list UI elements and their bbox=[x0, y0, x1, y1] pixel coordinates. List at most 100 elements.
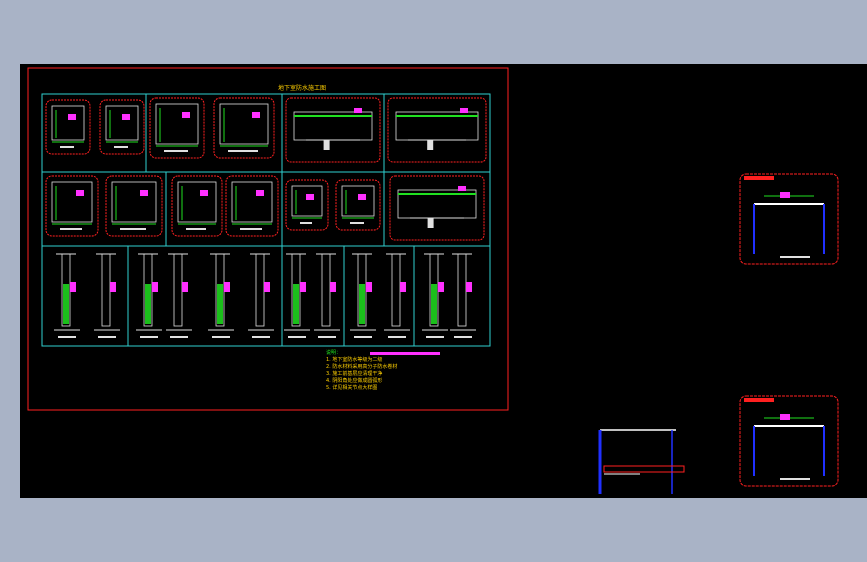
side-title-bar bbox=[744, 176, 774, 180]
footing bbox=[427, 218, 434, 228]
detail-box bbox=[149, 97, 205, 159]
side-label-line bbox=[780, 478, 810, 480]
detail-marker bbox=[264, 282, 270, 292]
wall-section bbox=[219, 103, 269, 145]
detail-marker bbox=[122, 114, 130, 120]
detail-marker bbox=[466, 282, 472, 292]
side-title-bar bbox=[744, 398, 774, 402]
cad-drawing: 地下室防水施工图 说明：1. 地下室防水等级为二级2. 防水材料采用高分子防水卷… bbox=[27, 67, 839, 494]
detail-box bbox=[99, 99, 145, 155]
wall-column bbox=[255, 253, 265, 327]
sheet-title: 地下室防水施工图 bbox=[278, 84, 326, 92]
detail-marker bbox=[460, 108, 468, 113]
detail-label-line bbox=[186, 228, 206, 230]
detail-marker bbox=[68, 114, 76, 120]
detail-marker bbox=[358, 194, 366, 200]
detail-marker bbox=[110, 282, 116, 292]
note-highlight bbox=[370, 352, 440, 355]
detail-label-line bbox=[252, 336, 270, 338]
detail-label-line bbox=[240, 228, 262, 230]
waterproof-fill bbox=[431, 284, 437, 324]
detail-marker bbox=[354, 108, 362, 113]
section-box bbox=[387, 97, 487, 163]
cad-canvas[interactable]: 地下室防水施工图 说明： 1. 地下室防水等级为二级 2. 防水材料采用高分子防水卷… bbox=[20, 64, 867, 498]
detail-label-line bbox=[58, 336, 76, 338]
detail-label-line bbox=[426, 336, 444, 338]
section-box bbox=[285, 97, 381, 163]
wall-column bbox=[173, 253, 183, 327]
side-marker bbox=[780, 192, 790, 198]
detail-marker bbox=[256, 190, 264, 196]
detail-marker bbox=[458, 186, 466, 191]
note-line: 3. 施工前基层应清理干净 bbox=[326, 370, 382, 377]
wall-section bbox=[177, 181, 217, 223]
detail-marker bbox=[366, 282, 372, 292]
detail-marker bbox=[300, 282, 306, 292]
detail-marker bbox=[70, 282, 76, 292]
section-box bbox=[389, 175, 485, 241]
wall-column bbox=[457, 253, 467, 327]
detail-label-line bbox=[212, 336, 230, 338]
side-label-line bbox=[780, 256, 810, 258]
detail-box bbox=[45, 99, 91, 155]
detail-marker bbox=[400, 282, 406, 292]
wall-section bbox=[51, 181, 93, 223]
detail-label-line bbox=[170, 336, 188, 338]
detail-marker bbox=[182, 112, 190, 118]
detail-grid bbox=[41, 93, 491, 347]
detail-box bbox=[213, 97, 275, 159]
detail-marker bbox=[152, 282, 158, 292]
detail-label-line bbox=[388, 336, 406, 338]
side-marker bbox=[780, 414, 790, 420]
detail-box bbox=[225, 175, 279, 237]
detail-label-line bbox=[454, 336, 472, 338]
note-line: 2. 防水材料采用高分子防水卷材 bbox=[326, 363, 397, 370]
wall-section bbox=[341, 185, 375, 217]
notes-block: 说明：1. 地下室防水等级为二级2. 防水材料采用高分子防水卷材3. 施工前基层… bbox=[326, 349, 397, 391]
wall-column bbox=[321, 253, 331, 327]
note-line: 说明： bbox=[326, 349, 341, 356]
detail-marker bbox=[306, 194, 314, 200]
detail-box bbox=[171, 175, 223, 237]
wall-column bbox=[101, 253, 111, 327]
wall-column bbox=[391, 253, 401, 327]
detail-label-line bbox=[120, 228, 146, 230]
wall-section bbox=[231, 181, 273, 223]
detail-label-line bbox=[98, 336, 116, 338]
detail-marker bbox=[182, 282, 188, 292]
detail-label-line bbox=[288, 336, 306, 338]
wall-section bbox=[111, 181, 157, 223]
detail-marker bbox=[224, 282, 230, 292]
detail-marker bbox=[438, 282, 444, 292]
detail-label-line bbox=[318, 336, 336, 338]
detail-box bbox=[105, 175, 163, 237]
detail-label-line bbox=[300, 222, 312, 224]
detail-box bbox=[45, 175, 99, 237]
wall-section bbox=[155, 103, 199, 145]
detail-label-line bbox=[140, 336, 158, 338]
detail-label-line bbox=[114, 146, 128, 148]
detail-label-line bbox=[60, 228, 82, 230]
wall-section bbox=[105, 105, 139, 141]
waterproof-fill bbox=[217, 284, 223, 324]
detail-label-line bbox=[228, 150, 258, 152]
waterproof-fill bbox=[293, 284, 299, 324]
detail-marker bbox=[252, 112, 260, 118]
note-line: 1. 地下室防水等级为二级 bbox=[326, 356, 382, 363]
note-line: 5. 详见相关节点大样图 bbox=[326, 384, 377, 391]
footing bbox=[323, 140, 330, 150]
waterproof-fill bbox=[63, 284, 69, 324]
detail-label-line bbox=[354, 336, 372, 338]
wall-section bbox=[51, 105, 85, 141]
detail-label-line bbox=[164, 150, 188, 152]
detail-marker bbox=[200, 190, 208, 196]
waterproof-fill bbox=[145, 284, 151, 324]
detail-marker bbox=[76, 190, 84, 196]
detail-label-line bbox=[60, 146, 74, 148]
footing bbox=[427, 140, 434, 150]
note-line: 4. 阴阳角处应做成圆弧形 bbox=[326, 377, 382, 384]
detail-marker bbox=[140, 190, 148, 196]
detail-label-line bbox=[350, 222, 364, 224]
waterproof-fill bbox=[359, 284, 365, 324]
detail-marker bbox=[330, 282, 336, 292]
